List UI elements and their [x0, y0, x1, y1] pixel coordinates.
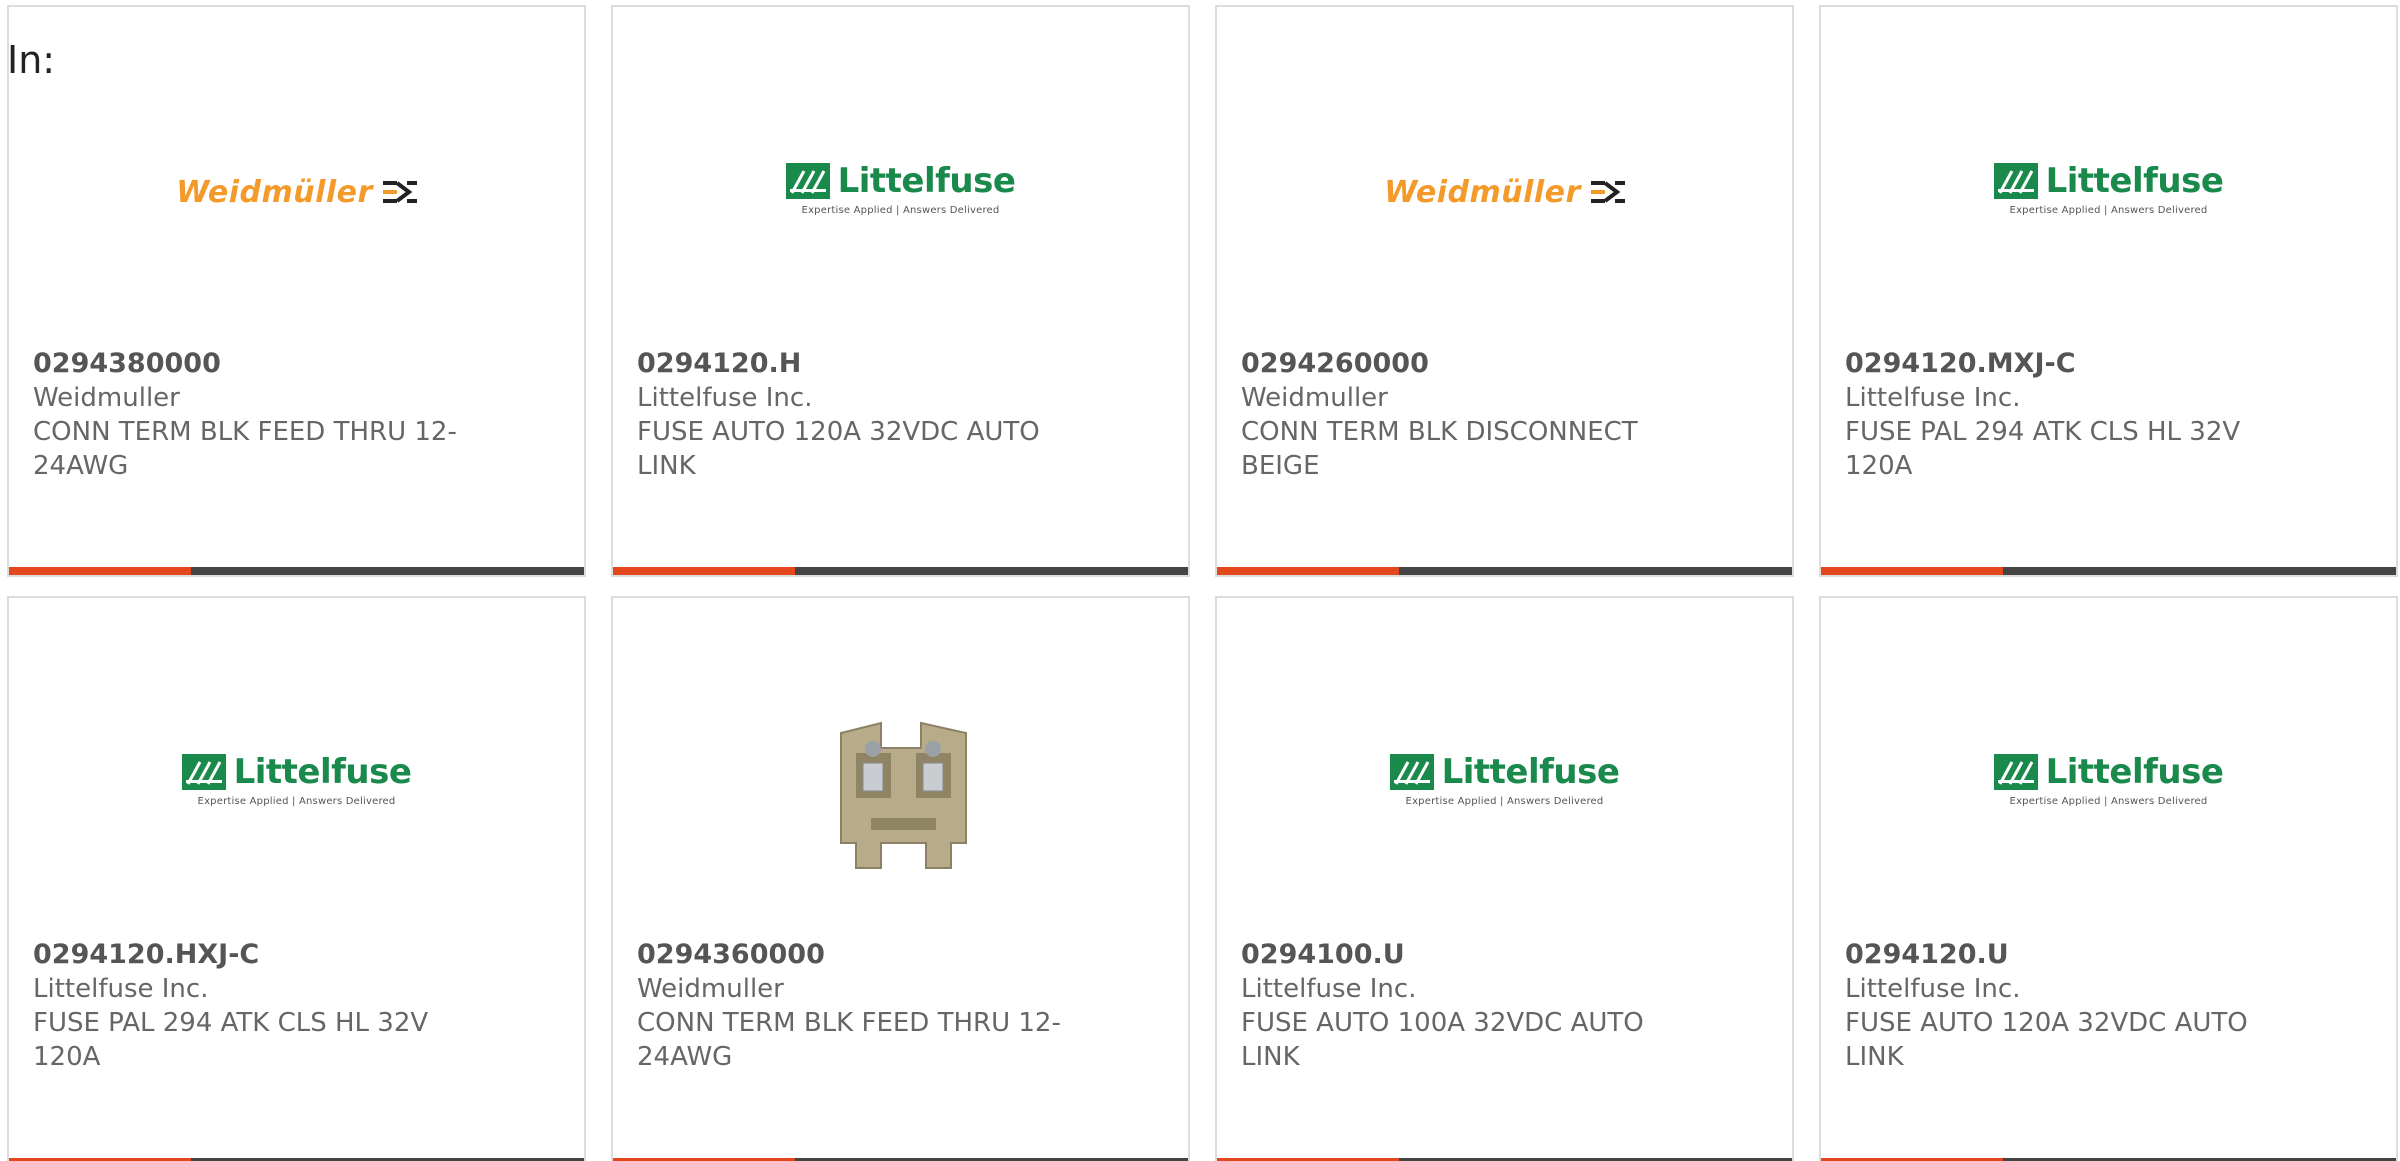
- product-info: 0294120.U Littelfuse Inc. FUSE AUTO 120A…: [1845, 938, 2296, 1074]
- product-info: 0294120.MXJ-C Littelfuse Inc. FUSE PAL 2…: [1845, 347, 2296, 483]
- description-line-1: CONN TERM BLK FEED THRU 12-: [33, 417, 457, 447]
- product-image: Littelfuse Expertise Applied | Answers D…: [1821, 107, 2396, 307]
- description-line-2: 120A: [1845, 451, 1913, 481]
- product-card[interactable]: Littelfuse Expertise Applied | Answers D…: [611, 5, 1190, 577]
- product-image: Weidmüller: [1217, 107, 1792, 307]
- manufacturer: Weidmuller: [1241, 383, 1388, 413]
- description-line-1: FUSE PAL 294 ATK CLS HL 32V: [33, 1008, 429, 1038]
- product-card[interactable]: Weidmüller 0294380000 Weidmuller CONN TE…: [7, 5, 586, 577]
- description-line-2: 120A: [33, 1042, 101, 1072]
- part-number[interactable]: 0294120.MXJ-C: [1845, 347, 2296, 381]
- card-bar: [1821, 567, 2396, 575]
- part-number[interactable]: 0294120.H: [637, 347, 1088, 381]
- littelfuse-logo: Littelfuse Expertise Applied | Answers D…: [181, 752, 412, 807]
- product-grid: Weidmüller 0294380000 Weidmuller CONN TE…: [7, 5, 2398, 1161]
- product-card[interactable]: Littelfuse Expertise Applied | Answers D…: [1819, 596, 2398, 1161]
- part-number[interactable]: 0294120.HXJ-C: [33, 938, 484, 972]
- product-card[interactable]: Littelfuse Expertise Applied | Answers D…: [7, 596, 586, 1161]
- littelfuse-logo: Littelfuse Expertise Applied | Answers D…: [1389, 752, 1620, 807]
- manufacturer: Weidmuller: [637, 974, 784, 1004]
- description-line-1: FUSE PAL 294 ATK CLS HL 32V: [1845, 417, 2241, 447]
- product-image: Littelfuse Expertise Applied | Answers D…: [9, 698, 584, 898]
- description-line-2: LINK: [637, 451, 696, 481]
- littelfuse-logo: Littelfuse Expertise Applied | Answers D…: [785, 161, 1016, 216]
- page: In: Weidmüller 0294380000 Weidmuller CON…: [0, 0, 2400, 1161]
- in-label: In:: [7, 38, 56, 82]
- product-info: 0294380000 Weidmuller CONN TERM BLK FEED…: [33, 347, 484, 483]
- description-line-1: CONN TERM BLK DISCONNECT: [1241, 417, 1638, 447]
- littelfuse-logo: Littelfuse Expertise Applied | Answers D…: [1993, 161, 2224, 216]
- description-line-2: LINK: [1845, 1042, 1904, 1072]
- product-info: 0294260000 Weidmuller CONN TERM BLK DISC…: [1241, 347, 1692, 483]
- weidmuller-logo: Weidmüller: [176, 175, 417, 210]
- weidmuller-logo: Weidmüller: [1384, 175, 1625, 210]
- description-line-1: FUSE AUTO 120A 32VDC AUTO: [1845, 1008, 2248, 1038]
- littelfuse-mark-icon: [1993, 162, 2038, 199]
- manufacturer: Littelfuse Inc.: [1241, 974, 1417, 1004]
- description-line-2: BEIGE: [1241, 451, 1320, 481]
- description-line-1: FUSE AUTO 120A 32VDC AUTO: [637, 417, 1040, 447]
- product-image: Weidmüller: [9, 107, 584, 307]
- product-image: Littelfuse Expertise Applied | Answers D…: [613, 107, 1188, 307]
- terminal-block-photo: [800, 693, 1001, 893]
- product-card[interactable]: 0294360000 Weidmuller CONN TERM BLK FEED…: [611, 596, 1190, 1161]
- weidmuller-mark-icon: [382, 181, 417, 203]
- manufacturer: Littelfuse Inc.: [637, 383, 813, 413]
- card-bar-accent: [1217, 567, 1399, 575]
- description-line-2: 24AWG: [637, 1042, 733, 1072]
- description-line-1: FUSE AUTO 100A 32VDC AUTO: [1241, 1008, 1644, 1038]
- littelfuse-logo: Littelfuse Expertise Applied | Answers D…: [1993, 752, 2224, 807]
- product-image: [613, 693, 1188, 898]
- littelfuse-mark-icon: [1993, 753, 2038, 790]
- littelfuse-mark-icon: [181, 753, 226, 790]
- part-number[interactable]: 0294380000: [33, 347, 484, 381]
- product-info: 0294120.H Littelfuse Inc. FUSE AUTO 120A…: [637, 347, 1088, 483]
- part-number[interactable]: 0294100.U: [1241, 938, 1692, 972]
- product-info: 0294120.HXJ-C Littelfuse Inc. FUSE PAL 2…: [33, 938, 484, 1074]
- product-card[interactable]: Weidmüller 0294260000 Weidmuller CONN TE…: [1215, 5, 1794, 577]
- littelfuse-mark-icon: [785, 162, 830, 199]
- card-bar: [1217, 567, 1792, 575]
- part-number[interactable]: 0294260000: [1241, 347, 1692, 381]
- manufacturer: Weidmuller: [33, 383, 180, 413]
- description-line-2: 24AWG: [33, 451, 129, 481]
- manufacturer: Littelfuse Inc.: [1845, 383, 2021, 413]
- product-info: 0294360000 Weidmuller CONN TERM BLK FEED…: [637, 938, 1088, 1074]
- description-line-2: LINK: [1241, 1042, 1300, 1072]
- part-number[interactable]: 0294360000: [637, 938, 1088, 972]
- card-bar: [9, 567, 584, 575]
- card-bar-accent: [9, 567, 191, 575]
- part-number[interactable]: 0294120.U: [1845, 938, 2296, 972]
- card-bar: [613, 567, 1188, 575]
- manufacturer: Littelfuse Inc.: [1845, 974, 2021, 1004]
- product-image: Littelfuse Expertise Applied | Answers D…: [1821, 698, 2396, 898]
- weidmuller-mark-icon: [1590, 181, 1625, 203]
- product-image: Littelfuse Expertise Applied | Answers D…: [1217, 698, 1792, 898]
- product-card[interactable]: Littelfuse Expertise Applied | Answers D…: [1819, 5, 2398, 577]
- product-card[interactable]: Littelfuse Expertise Applied | Answers D…: [1215, 596, 1794, 1161]
- manufacturer: Littelfuse Inc.: [33, 974, 209, 1004]
- product-info: 0294100.U Littelfuse Inc. FUSE AUTO 100A…: [1241, 938, 1692, 1074]
- card-bar-accent: [613, 567, 795, 575]
- card-bar-accent: [1821, 567, 2003, 575]
- littelfuse-mark-icon: [1389, 753, 1434, 790]
- description-line-1: CONN TERM BLK FEED THRU 12-: [637, 1008, 1061, 1038]
